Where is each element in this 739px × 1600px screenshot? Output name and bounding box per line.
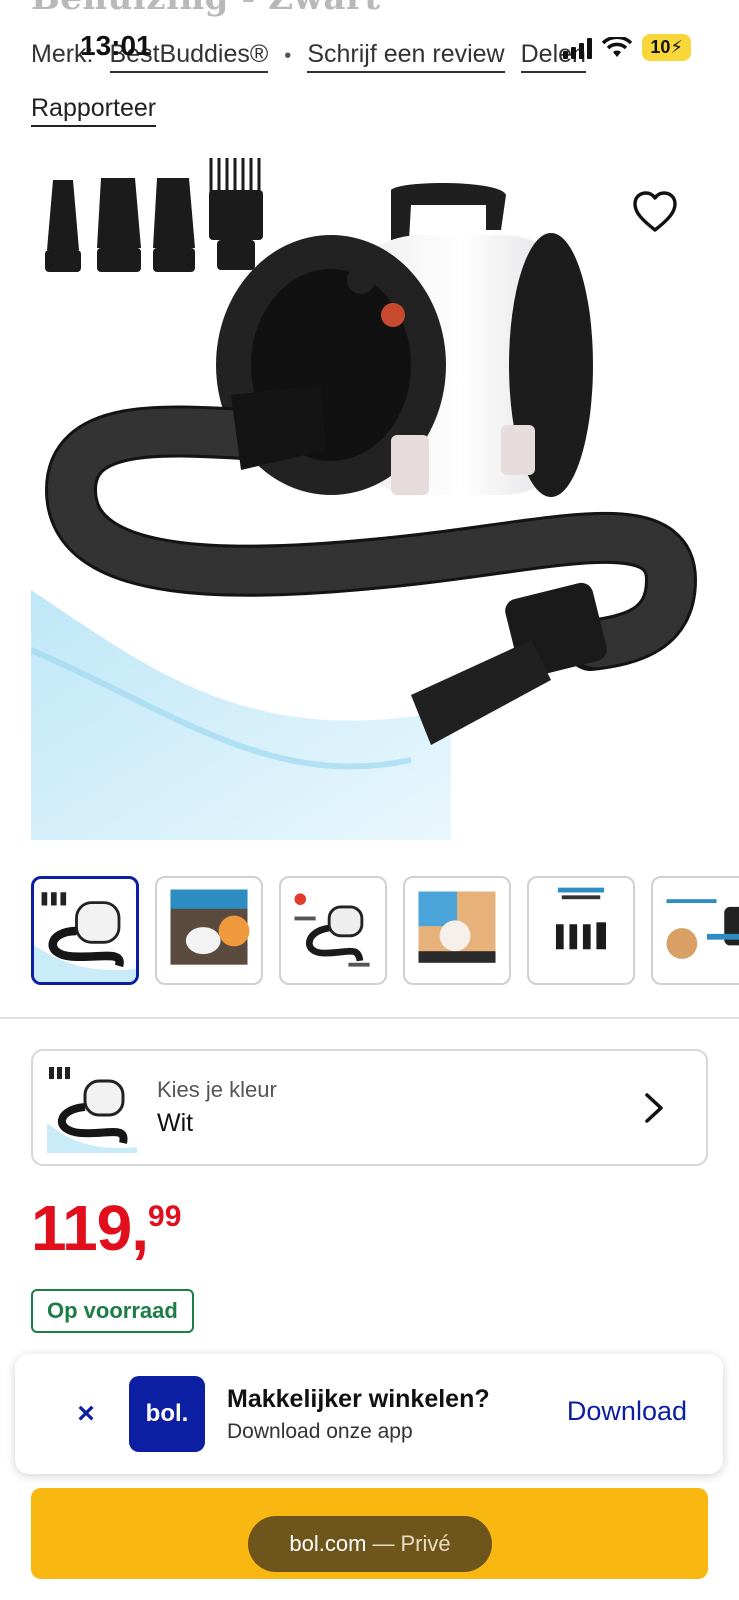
signal-icon	[563, 37, 593, 59]
price-whole: 119,	[31, 1192, 149, 1264]
banner-title: Makkelijker winkelen?	[227, 1384, 490, 1413]
browser-url-pill[interactable]: bol.com — Privé	[248, 1516, 492, 1572]
color-label: Kies je kleur	[157, 1077, 277, 1102]
close-icon[interactable]: ×	[67, 1397, 105, 1431]
product-title: Behuizing - Zwart	[31, 0, 380, 18]
pet-dryer-image	[29, 158, 698, 840]
thumbnail-features-image	[294, 893, 370, 967]
browser-mode: Privé	[400, 1531, 451, 1556]
thumbnail-6[interactable]	[651, 876, 739, 985]
wifi-icon	[602, 36, 633, 57]
banner-subtitle: Download onze app	[227, 1419, 413, 1443]
chevron-right-icon	[645, 1093, 663, 1123]
thumbnail-1[interactable]	[31, 876, 139, 985]
thumbnail-attachments-image	[555, 887, 607, 950]
color-value: Wit	[157, 1109, 194, 1137]
bol-logo: bol.	[129, 1376, 205, 1452]
product-price: 119, 99	[31, 1196, 181, 1260]
battery-level: 10	[650, 37, 671, 57]
app-download-banner: × bol. Makkelijker winkelen? Download on…	[15, 1354, 723, 1474]
thumbnail-2[interactable]	[155, 876, 263, 985]
thumbnail-dry-clean-image	[418, 891, 496, 963]
browser-domain: bol.com	[289, 1531, 367, 1556]
stock-badge: Op voorraad	[31, 1289, 194, 1333]
report-link[interactable]: Rapporteer	[31, 94, 157, 127]
browser-separator: —	[372, 1531, 395, 1556]
battery-indicator: 10⚡	[642, 34, 691, 61]
write-review-link[interactable]: Schrijf een review	[307, 40, 505, 73]
color-text: Kies je kleur Wit	[157, 1077, 277, 1138]
section-divider	[0, 1017, 739, 1019]
status-icons: 10⚡	[563, 34, 691, 61]
thumbnail-4[interactable]	[403, 876, 511, 985]
thumbnail-professional-image	[170, 889, 250, 965]
thumbnail-3[interactable]	[279, 876, 387, 985]
price-cents: 99	[148, 1200, 182, 1233]
favorite-heart-icon[interactable]	[631, 188, 679, 236]
thumbnail-strip[interactable]	[31, 876, 739, 985]
thumbnail-5[interactable]	[527, 876, 635, 985]
product-image[interactable]	[29, 150, 711, 840]
banner-text: Makkelijker winkelen? Download onze app	[227, 1385, 490, 1444]
color-selector[interactable]: Kies je kleur Wit	[31, 1049, 708, 1166]
download-button[interactable]: Download	[567, 1396, 687, 1427]
status-time: 13:01	[80, 30, 152, 61]
color-preview-image	[47, 1066, 137, 1153]
separator-dot: •	[284, 45, 292, 67]
thumbnail-adjustable-image	[666, 899, 739, 959]
thumbnail-dryer-image	[34, 892, 136, 982]
